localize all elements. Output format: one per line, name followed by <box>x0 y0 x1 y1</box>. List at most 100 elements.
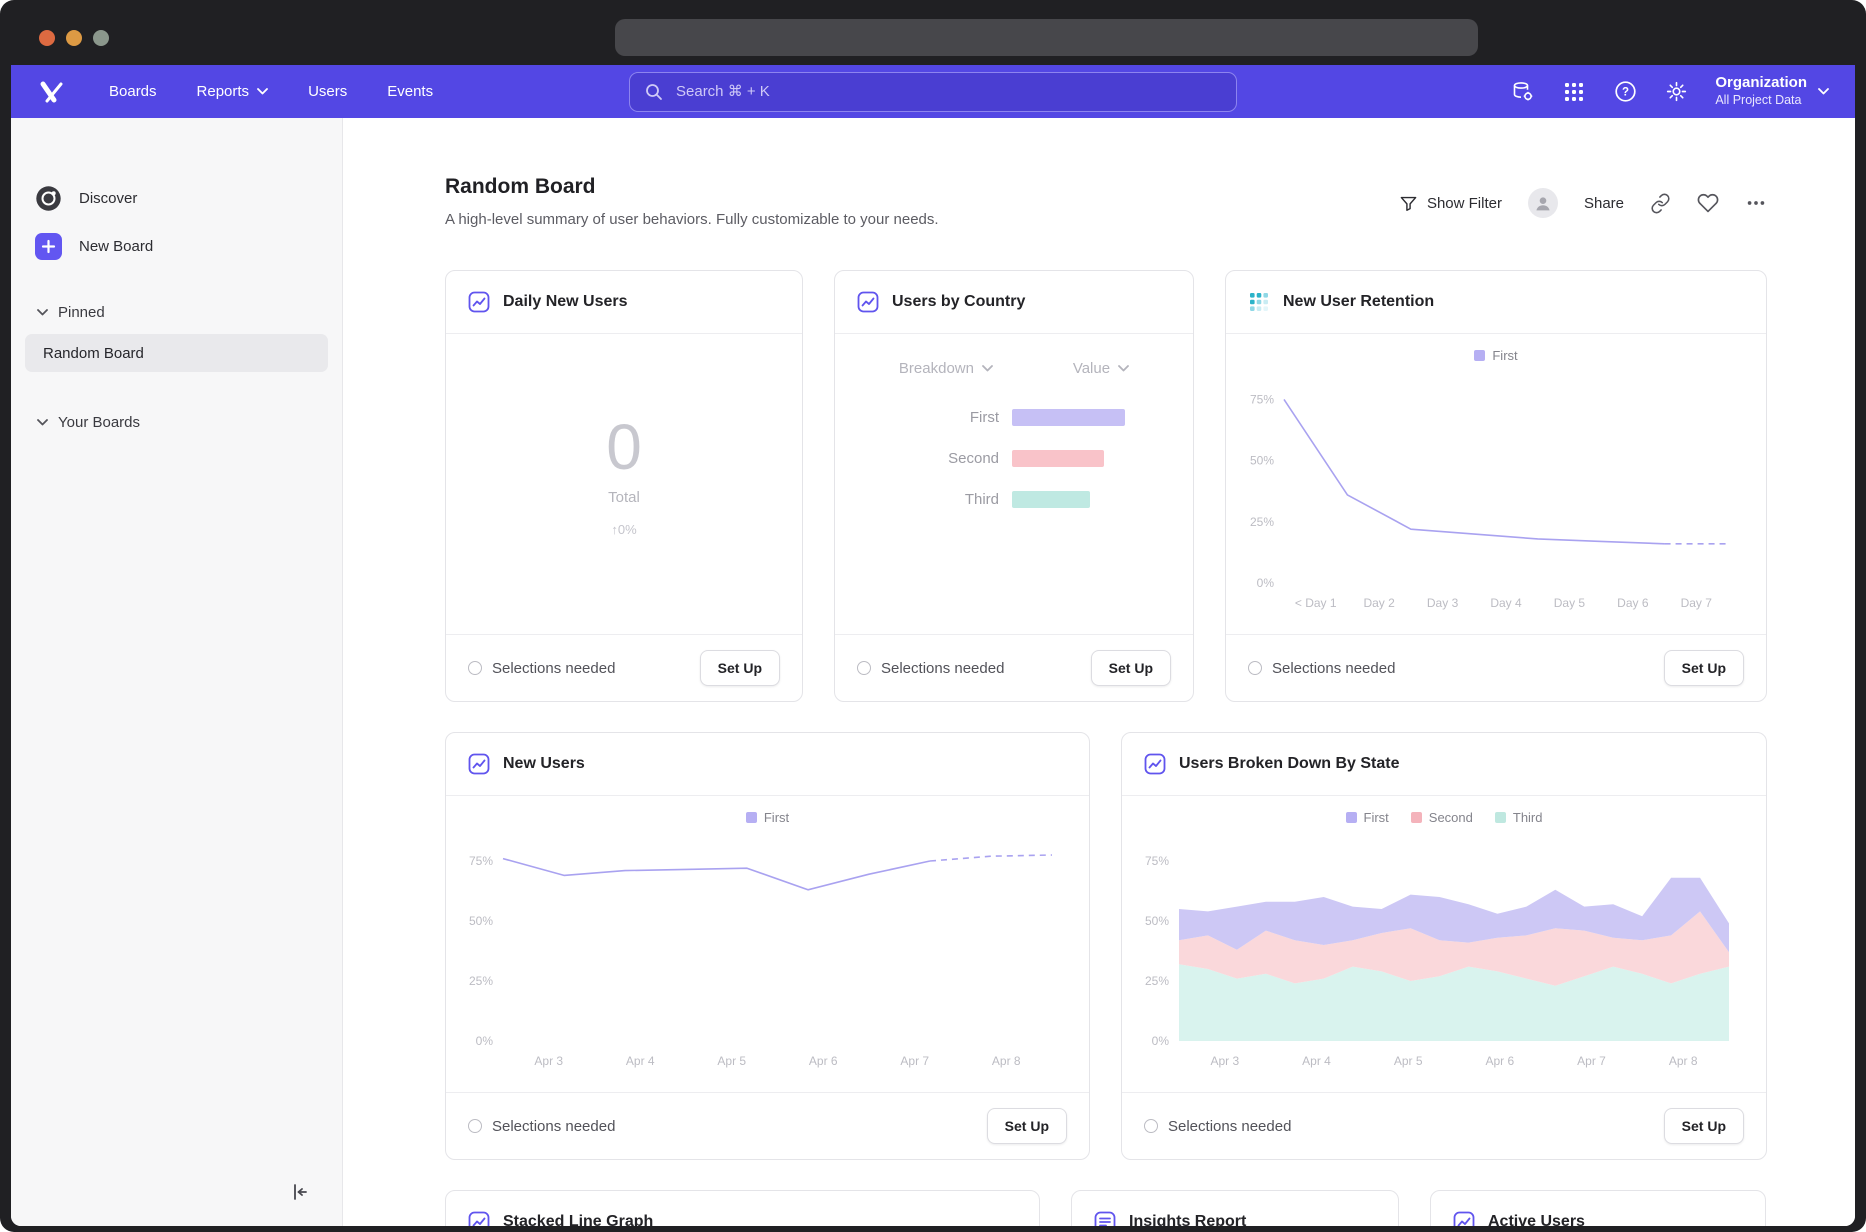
legend-label: First <box>764 810 789 825</box>
collapse-sidebar-button[interactable] <box>286 1178 314 1206</box>
person-icon <box>1532 192 1554 214</box>
more-options-button[interactable] <box>1745 192 1767 214</box>
value-dropdown[interactable]: Value <box>1073 360 1129 377</box>
sidebar-item-random-board[interactable]: Random Board <box>25 334 328 372</box>
link-icon <box>1650 193 1671 214</box>
help-icon[interactable] <box>1613 80 1637 104</box>
svg-text:< Day 1: < Day 1 <box>1295 596 1337 610</box>
line-chart-icon <box>468 1211 490 1226</box>
svg-text:50%: 50% <box>1250 454 1274 468</box>
card-title: Daily New Users <box>503 293 628 311</box>
section-label: Pinned <box>58 304 105 321</box>
breakdown-rows: First Second Third <box>859 409 1169 508</box>
line-chart-icon <box>857 291 879 313</box>
card-insights-report: Insights Report <box>1071 1190 1399 1226</box>
svg-text:25%: 25% <box>1145 974 1169 988</box>
heart-icon <box>1697 192 1719 214</box>
card-grid: Daily New Users 0 Total ↑0% Selections n… <box>445 270 1767 1226</box>
svg-text:0%: 0% <box>1257 576 1275 590</box>
card-stacked-line-graph: Stacked Line Graph <box>445 1190 1040 1226</box>
nav-item-reports[interactable]: Reports <box>197 83 269 100</box>
legend-item: First <box>1474 348 1517 363</box>
dropdown-row: Breakdown Value <box>859 360 1169 377</box>
search-input[interactable] <box>674 82 1221 101</box>
report-icon <box>1094 1211 1116 1226</box>
svg-text:75%: 75% <box>1250 392 1274 406</box>
metric-delta: ↑0% <box>611 522 636 537</box>
data-management-icon[interactable] <box>1511 80 1535 104</box>
org-name: Organization <box>1715 74 1807 93</box>
chart-body: First 75%50%25%0%< Day 1Day 2Day 3Day 4D… <box>1226 334 1766 634</box>
nav-item-users[interactable]: Users <box>308 83 347 100</box>
dropdown-label: Breakdown <box>899 360 974 377</box>
top-nav: Boards Reports Users Events Organization… <box>11 65 1855 118</box>
svg-text:75%: 75% <box>469 854 493 868</box>
card-footer: Selections needed Set Up <box>1122 1092 1766 1159</box>
line-chart-icon <box>1453 1211 1475 1226</box>
card-header: New Users <box>446 733 1089 796</box>
sidebar-item-label: Discover <box>79 190 137 207</box>
svg-text:75%: 75% <box>1145 854 1169 868</box>
breakdown-dropdown[interactable]: Breakdown <box>899 360 993 377</box>
set-up-button[interactable]: Set Up <box>987 1108 1067 1144</box>
set-up-button[interactable]: Set Up <box>1664 650 1744 686</box>
metric-label: Total <box>608 489 640 506</box>
nav-item-events[interactable]: Events <box>387 83 433 100</box>
metric-value: 0 <box>606 415 642 479</box>
svg-text:Day 2: Day 2 <box>1363 596 1395 610</box>
chevron-down-icon <box>1118 365 1129 372</box>
ellipsis-icon <box>1745 192 1767 214</box>
svg-text:25%: 25% <box>469 974 493 988</box>
card-header: Users by Country <box>835 271 1193 334</box>
card-title: New Users <box>503 755 585 773</box>
legend-swatch <box>1346 812 1357 823</box>
plus-icon <box>35 233 62 260</box>
sidebar-section-pinned[interactable]: Pinned <box>11 298 342 326</box>
set-up-button[interactable]: Set Up <box>1091 650 1171 686</box>
mixpanel-logo-icon[interactable] <box>37 77 67 107</box>
legend-item: First <box>746 810 789 825</box>
chart-legend: First Second Third <box>1346 810 1543 825</box>
legend-item: First <box>1346 810 1389 825</box>
svg-text:0%: 0% <box>476 1034 494 1048</box>
status-label: Selections needed <box>492 1118 615 1135</box>
svg-text:50%: 50% <box>1145 914 1169 928</box>
apps-grid-icon[interactable] <box>1562 80 1586 104</box>
set-up-button[interactable]: Set Up <box>700 650 780 686</box>
page-title: Random Board <box>445 174 939 200</box>
set-up-button[interactable]: Set Up <box>1664 1108 1744 1144</box>
nav-item-label: Users <box>308 83 347 100</box>
nav-item-boards[interactable]: Boards <box>109 83 157 100</box>
show-filter-button[interactable]: Show Filter <box>1399 194 1502 213</box>
close-window-button[interactable] <box>39 30 55 46</box>
org-switcher[interactable]: Organization All Project Data <box>1715 74 1829 108</box>
card-title: Active Users <box>1488 1213 1585 1226</box>
avatar[interactable] <box>1528 188 1558 218</box>
sidebar-item-new-board[interactable]: New Board <box>11 222 342 270</box>
favorite-button[interactable] <box>1697 192 1719 214</box>
legend-label: Second <box>1429 810 1473 825</box>
breakdown-row: First <box>859 409 1169 426</box>
breakdown-body: Breakdown Value First Second <box>835 334 1193 634</box>
app-window: Boards Reports Users Events Organization… <box>0 0 1866 1232</box>
minimize-window-button[interactable] <box>66 30 82 46</box>
address-bar[interactable] <box>615 19 1478 56</box>
sidebar-item-label: Random Board <box>43 345 144 362</box>
metric-body: 0 Total ↑0% <box>446 334 802 634</box>
svg-text:Day 6: Day 6 <box>1617 596 1649 610</box>
sidebar-item-discover[interactable]: Discover <box>11 174 342 222</box>
global-search[interactable] <box>629 72 1237 112</box>
share-button[interactable]: Share <box>1584 195 1624 212</box>
line-chart-icon <box>468 753 490 775</box>
svg-text:0%: 0% <box>1152 1034 1170 1048</box>
status-label: Selections needed <box>881 660 1004 677</box>
sidebar-section-your-boards[interactable]: Your Boards <box>11 408 342 436</box>
settings-gear-icon[interactable] <box>1664 80 1688 104</box>
zoom-window-button[interactable] <box>93 30 109 46</box>
chevron-down-icon <box>37 309 48 316</box>
copy-link-button[interactable] <box>1650 193 1671 214</box>
legend-swatch <box>1474 350 1485 361</box>
compass-icon <box>35 185 62 212</box>
card-header: New User Retention <box>1226 271 1766 334</box>
card-header: Stacked Line Graph <box>446 1191 1039 1226</box>
